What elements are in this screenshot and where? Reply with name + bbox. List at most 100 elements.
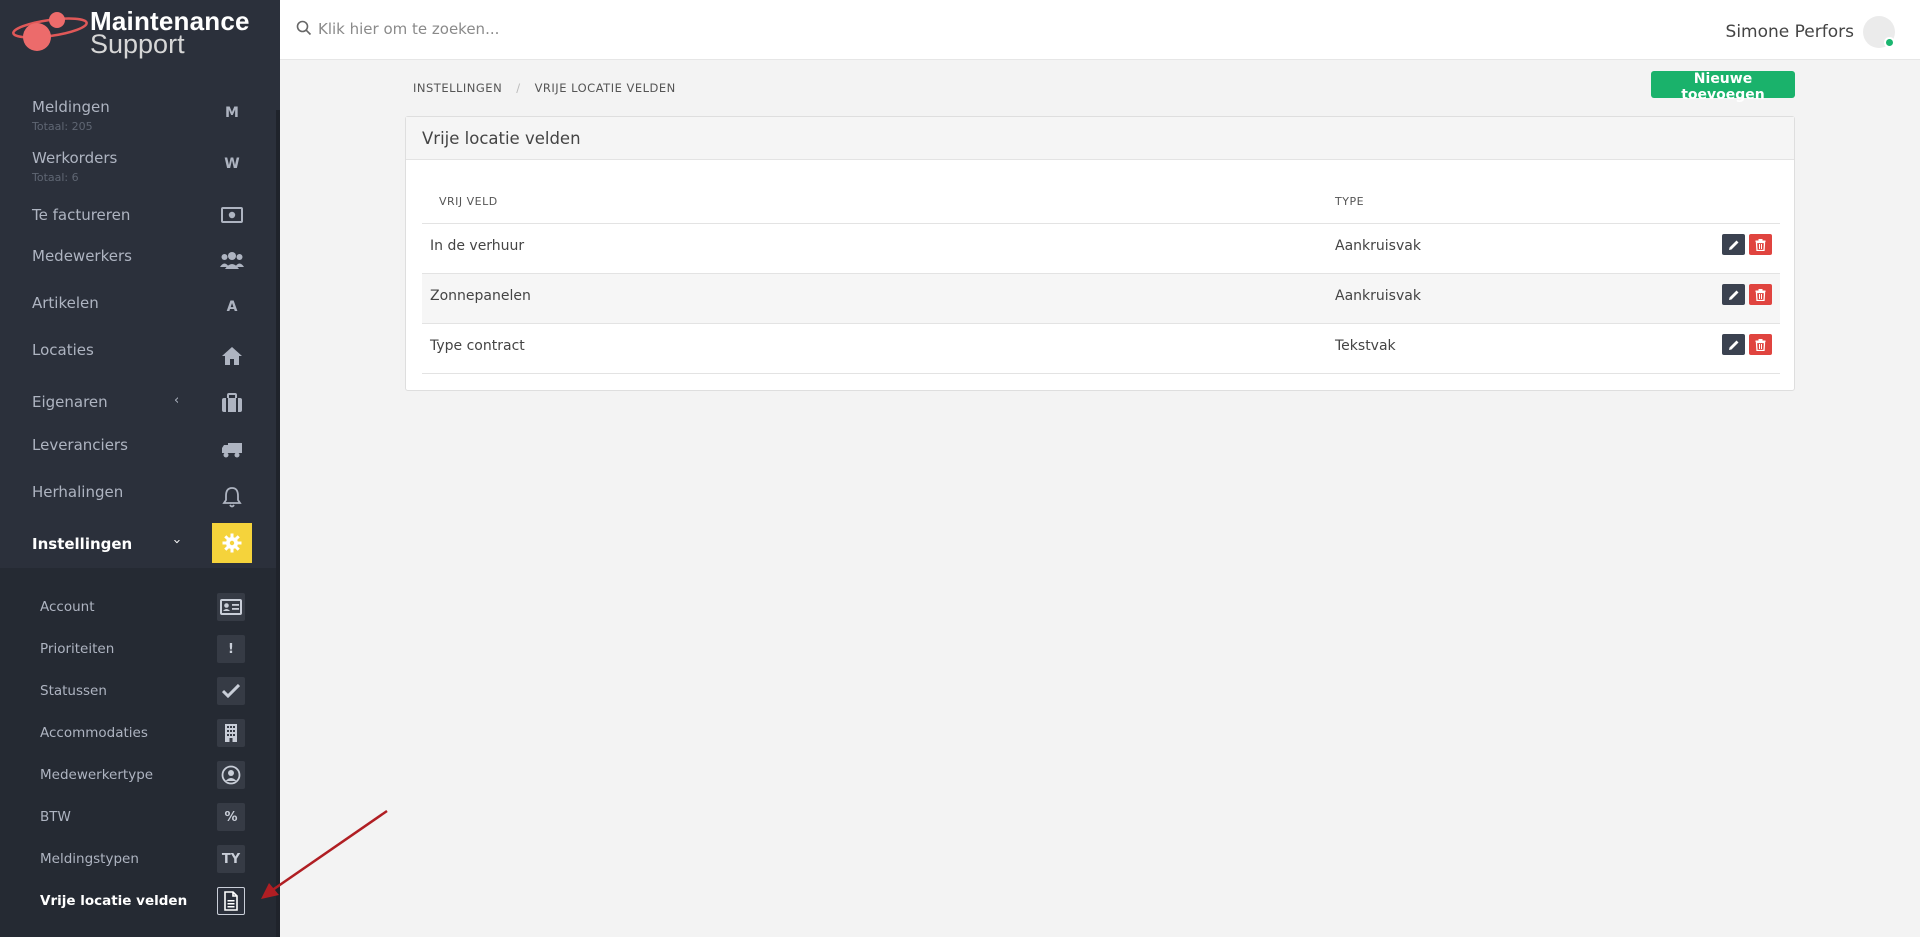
sidebar-item-count: Totaal: 205 bbox=[32, 120, 93, 133]
search-input[interactable] bbox=[318, 17, 918, 41]
exclamation-icon: ! bbox=[217, 635, 245, 663]
submenu-item-label: Statussen bbox=[40, 683, 107, 699]
sidebar-item-locaties[interactable]: Locaties bbox=[0, 328, 276, 372]
trash-icon bbox=[1755, 338, 1766, 351]
submenu-item-label: Prioriteiten bbox=[40, 641, 115, 657]
sidebar-item-te-factureren[interactable]: Te factureren bbox=[0, 193, 276, 237]
sidebar-item-leveranciers[interactable]: Leveranciers bbox=[0, 423, 276, 467]
table-row: Zonnepanelen Aankruisvak bbox=[422, 274, 1780, 324]
settings-submenu: Account Prioriteiten ! Statussen Accommo… bbox=[0, 568, 276, 937]
add-new-button[interactable]: Nieuwe toevoegen bbox=[1651, 71, 1795, 103]
cell-field-name: Type contract bbox=[430, 338, 525, 354]
user-circle-icon bbox=[217, 761, 245, 789]
submenu-item-medewerkertype[interactable]: Medewerkertype bbox=[0, 755, 276, 795]
sidebar-item-label: Locaties bbox=[32, 341, 94, 359]
bell-icon bbox=[212, 477, 252, 517]
sidebar-item-label: Werkorders bbox=[32, 149, 118, 167]
cell-field-type: Aankruisvak bbox=[1335, 288, 1421, 304]
submenu-item-account[interactable]: Account bbox=[0, 587, 276, 627]
sidebar-item-label: Leveranciers bbox=[32, 436, 128, 454]
edit-button[interactable] bbox=[1722, 234, 1745, 255]
submenu-item-label: Meldingstypen bbox=[40, 851, 139, 867]
avatar[interactable] bbox=[1863, 16, 1895, 48]
panel-header: Vrije locatie velden bbox=[406, 117, 1794, 160]
sidebar-item-werkorders[interactable]: Werkorders Totaal: 6 W bbox=[0, 144, 276, 188]
building-icon bbox=[217, 719, 245, 747]
trash-icon bbox=[1755, 288, 1766, 301]
edit-button[interactable] bbox=[1722, 284, 1745, 305]
submenu-item-vrije-locatie-velden[interactable]: Vrije locatie velden bbox=[0, 881, 276, 921]
search-icon bbox=[296, 20, 312, 36]
submenu-item-label: Medewerkertype bbox=[40, 767, 154, 783]
column-header-type[interactable]: TYPE bbox=[1335, 195, 1364, 208]
gear-icon bbox=[212, 523, 252, 563]
sidebar-item-medewerkers[interactable]: Medewerkers bbox=[0, 234, 276, 278]
submenu-item-label: Accommodaties bbox=[40, 725, 148, 741]
annotation-arrow-icon bbox=[261, 809, 388, 899]
user-name[interactable]: Simone Perfors bbox=[1726, 22, 1854, 42]
sidebar-item-label: Instellingen bbox=[32, 535, 133, 553]
sidebar-item-label: Meldingen bbox=[32, 98, 110, 116]
breadcrumb-item-current: VRIJE LOCATIE VELDEN bbox=[534, 81, 676, 95]
sidebar-item-label: Te factureren bbox=[32, 206, 131, 224]
sidebar-item-instellingen[interactable]: Instellingen › bbox=[0, 521, 276, 565]
logo-icon bbox=[12, 12, 88, 51]
sidebar-item-label: Artikelen bbox=[32, 294, 99, 312]
ty-icon: TY bbox=[217, 845, 245, 873]
chevron-down-icon: › bbox=[169, 538, 185, 545]
cell-field-name: Zonnepanelen bbox=[430, 288, 531, 304]
home-icon bbox=[212, 336, 252, 376]
edit-button[interactable] bbox=[1722, 334, 1745, 355]
submenu-item-meldingstypen[interactable]: Meldingstypen TY bbox=[0, 839, 276, 879]
sidebar-item-count: Totaal: 6 bbox=[32, 171, 79, 184]
a-icon: A bbox=[226, 299, 238, 315]
m-icon: M bbox=[225, 105, 239, 121]
submenu-item-accommodaties[interactable]: Accommodaties bbox=[0, 713, 276, 753]
submenu-item-statussen[interactable]: Statussen bbox=[0, 671, 276, 711]
submenu-item-label: Vrije locatie velden bbox=[40, 893, 188, 909]
panel-title: Vrije locatie velden bbox=[422, 129, 581, 148]
percent-icon: % bbox=[217, 803, 245, 831]
submenu-item-label: BTW bbox=[40, 809, 71, 825]
briefcase-icon bbox=[212, 383, 252, 423]
sidebar-item-herhalingen[interactable]: Herhalingen bbox=[0, 470, 276, 514]
users-icon bbox=[212, 240, 252, 280]
cell-field-type: Aankruisvak bbox=[1335, 238, 1421, 254]
sidebar: Maintenance Support Meldingen Totaal: 20… bbox=[0, 0, 280, 937]
check-icon bbox=[217, 677, 245, 705]
sidebar-item-label: Eigenaren bbox=[32, 393, 108, 411]
document-icon bbox=[217, 887, 245, 915]
delete-button[interactable] bbox=[1749, 234, 1772, 255]
app-logo[interactable]: Maintenance Support bbox=[0, 0, 276, 62]
submenu-item-prioriteiten[interactable]: Prioriteiten ! bbox=[0, 629, 276, 669]
chevron-left-icon: ‹ bbox=[174, 393, 180, 408]
submenu-item-btw[interactable]: BTW % bbox=[0, 797, 276, 837]
breadcrumb: INSTELLINGEN / VRIJE LOCATIE VELDEN bbox=[413, 81, 676, 95]
sidebar-item-meldingen[interactable]: Meldingen Totaal: 205 M bbox=[0, 93, 276, 137]
cell-field-name: In de verhuur bbox=[430, 238, 525, 254]
fields-panel: Vrije locatie velden VRIJ VELD TYPE In d… bbox=[405, 116, 1795, 391]
pencil-icon bbox=[1728, 290, 1738, 300]
breadcrumb-separator: / bbox=[516, 81, 521, 95]
breadcrumb-item-instellingen[interactable]: INSTELLINGEN bbox=[413, 81, 502, 95]
sidebar-item-artikelen[interactable]: Artikelen A bbox=[0, 281, 276, 325]
pencil-icon bbox=[1728, 240, 1738, 250]
money-icon bbox=[212, 195, 252, 235]
pencil-icon bbox=[1728, 340, 1738, 350]
trash-icon bbox=[1755, 238, 1766, 251]
submenu-item-label: Account bbox=[40, 599, 95, 615]
table-row: Type contract Tekstvak bbox=[422, 324, 1780, 374]
id-card-icon bbox=[217, 593, 245, 621]
sidebar-item-eigenaren[interactable]: Eigenaren ‹ bbox=[0, 380, 276, 424]
column-header-vrij-veld[interactable]: VRIJ VELD bbox=[439, 195, 498, 208]
w-icon: W bbox=[224, 156, 240, 172]
top-bar: Simone Perfors bbox=[280, 0, 1920, 60]
logo-text-support: Support bbox=[90, 29, 185, 59]
truck-icon bbox=[212, 430, 252, 470]
sidebar-item-label: Herhalingen bbox=[32, 483, 124, 501]
delete-button[interactable] bbox=[1749, 334, 1772, 355]
table-row: In de verhuur Aankruisvak bbox=[422, 224, 1780, 274]
sidebar-item-label: Medewerkers bbox=[32, 247, 132, 265]
online-status-dot bbox=[1884, 37, 1895, 48]
delete-button[interactable] bbox=[1749, 284, 1772, 305]
